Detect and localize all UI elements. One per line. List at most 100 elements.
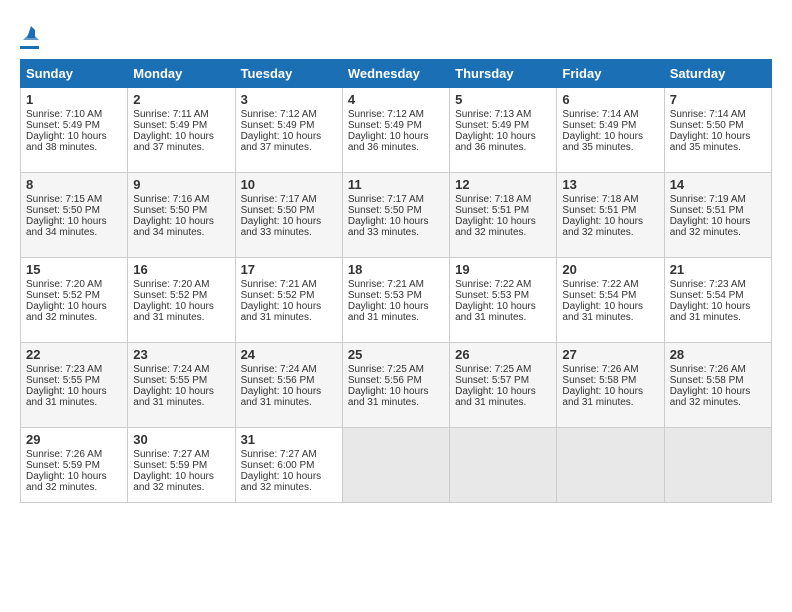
calendar-cell [342, 428, 449, 503]
sunrise-text: Sunrise: 7:17 AM [348, 194, 424, 205]
sunrise-text: Sunrise: 7:12 AM [348, 109, 424, 120]
calendar-cell [450, 428, 557, 503]
calendar-cell: 28Sunrise: 7:26 AMSunset: 5:58 PMDayligh… [664, 343, 771, 428]
sunset-text: Sunset: 5:55 PM [133, 375, 207, 386]
sunrise-text: Sunrise: 7:24 AM [133, 364, 209, 375]
daylight-text: Daylight: 10 hoursand 33 minutes. [348, 216, 429, 238]
sunset-text: Sunset: 5:56 PM [241, 375, 315, 386]
calendar-cell: 27Sunrise: 7:26 AMSunset: 5:58 PMDayligh… [557, 343, 664, 428]
sunrise-text: Sunrise: 7:27 AM [241, 449, 317, 460]
sunrise-text: Sunrise: 7:14 AM [670, 109, 746, 120]
day-number: 16 [133, 262, 229, 277]
daylight-text: Daylight: 10 hoursand 31 minutes. [26, 386, 107, 408]
day-number: 5 [455, 92, 551, 107]
calendar-week-row: 1Sunrise: 7:10 AMSunset: 5:49 PMDaylight… [21, 88, 772, 173]
sunrise-text: Sunrise: 7:18 AM [562, 194, 638, 205]
calendar-week-row: 29Sunrise: 7:26 AMSunset: 5:59 PMDayligh… [21, 428, 772, 503]
day-number: 13 [562, 177, 658, 192]
sunset-text: Sunset: 5:58 PM [670, 375, 744, 386]
sunset-text: Sunset: 5:50 PM [241, 205, 315, 216]
sunrise-text: Sunrise: 7:26 AM [562, 364, 638, 375]
sunrise-text: Sunrise: 7:25 AM [455, 364, 531, 375]
sunset-text: Sunset: 5:50 PM [670, 120, 744, 131]
daylight-text: Daylight: 10 hoursand 38 minutes. [26, 131, 107, 153]
day-number: 11 [348, 177, 444, 192]
daylight-text: Daylight: 10 hoursand 32 minutes. [455, 216, 536, 238]
day-number: 27 [562, 347, 658, 362]
sunset-text: Sunset: 5:52 PM [241, 290, 315, 301]
daylight-text: Daylight: 10 hoursand 32 minutes. [670, 386, 751, 408]
sunset-text: Sunset: 5:51 PM [562, 205, 636, 216]
calendar-cell: 17Sunrise: 7:21 AMSunset: 5:52 PMDayligh… [235, 258, 342, 343]
sunset-text: Sunset: 5:49 PM [348, 120, 422, 131]
sunset-text: Sunset: 5:49 PM [26, 120, 100, 131]
sunset-text: Sunset: 5:54 PM [562, 290, 636, 301]
day-number: 1 [26, 92, 122, 107]
sunrise-text: Sunrise: 7:10 AM [26, 109, 102, 120]
sunset-text: Sunset: 5:51 PM [670, 205, 744, 216]
day-number: 28 [670, 347, 766, 362]
daylight-text: Daylight: 10 hoursand 32 minutes. [562, 216, 643, 238]
sunrise-text: Sunrise: 7:22 AM [455, 279, 531, 290]
day-header-wednesday: Wednesday [342, 60, 449, 88]
calendar-cell: 22Sunrise: 7:23 AMSunset: 5:55 PMDayligh… [21, 343, 128, 428]
day-number: 24 [241, 347, 337, 362]
daylight-text: Daylight: 10 hoursand 32 minutes. [241, 471, 322, 493]
sunrise-text: Sunrise: 7:11 AM [133, 109, 208, 120]
calendar-header-row: SundayMondayTuesdayWednesdayThursdayFrid… [21, 60, 772, 88]
sunrise-text: Sunrise: 7:23 AM [670, 279, 746, 290]
day-number: 31 [241, 432, 337, 447]
daylight-text: Daylight: 10 hoursand 31 minutes. [241, 301, 322, 323]
logo-icon [23, 24, 39, 40]
calendar-cell: 5Sunrise: 7:13 AMSunset: 5:49 PMDaylight… [450, 88, 557, 173]
daylight-text: Daylight: 10 hoursand 35 minutes. [670, 131, 751, 153]
sunset-text: Sunset: 5:53 PM [348, 290, 422, 301]
daylight-text: Daylight: 10 hoursand 31 minutes. [455, 386, 536, 408]
sunset-text: Sunset: 5:59 PM [133, 460, 207, 471]
day-number: 8 [26, 177, 122, 192]
calendar-cell: 29Sunrise: 7:26 AMSunset: 5:59 PMDayligh… [21, 428, 128, 503]
day-number: 2 [133, 92, 229, 107]
calendar-cell: 10Sunrise: 7:17 AMSunset: 5:50 PMDayligh… [235, 173, 342, 258]
calendar-cell: 20Sunrise: 7:22 AMSunset: 5:54 PMDayligh… [557, 258, 664, 343]
calendar-cell: 15Sunrise: 7:20 AMSunset: 5:52 PMDayligh… [21, 258, 128, 343]
day-number: 10 [241, 177, 337, 192]
calendar-week-row: 15Sunrise: 7:20 AMSunset: 5:52 PMDayligh… [21, 258, 772, 343]
day-number: 30 [133, 432, 229, 447]
sunset-text: Sunset: 5:49 PM [133, 120, 207, 131]
sunrise-text: Sunrise: 7:17 AM [241, 194, 317, 205]
sunrise-text: Sunrise: 7:22 AM [562, 279, 638, 290]
daylight-text: Daylight: 10 hoursand 32 minutes. [26, 301, 107, 323]
calendar-week-row: 8Sunrise: 7:15 AMSunset: 5:50 PMDaylight… [21, 173, 772, 258]
day-number: 3 [241, 92, 337, 107]
day-number: 18 [348, 262, 444, 277]
calendar-cell: 2 Sunrise: 7:11 AMSunset: 5:49 PMDaylight… [128, 88, 235, 173]
sunset-text: Sunset: 5:57 PM [455, 375, 529, 386]
sunrise-text: Sunrise: 7:14 AM [562, 109, 638, 120]
daylight-text: Daylight: 10 hoursand 37 minutes. [133, 131, 214, 153]
day-number: 9 [133, 177, 229, 192]
day-header-sunday: Sunday [21, 60, 128, 88]
sunrise-text: Sunrise: 7:12 AM [241, 109, 317, 120]
sunrise-text: Sunrise: 7:21 AM [348, 279, 424, 290]
sunset-text: Sunset: 5:51 PM [455, 205, 529, 216]
sunset-text: Sunset: 5:49 PM [241, 120, 315, 131]
day-number: 4 [348, 92, 444, 107]
daylight-text: Daylight: 10 hoursand 31 minutes. [562, 386, 643, 408]
daylight-text: Daylight: 10 hoursand 36 minutes. [348, 131, 429, 153]
logo [20, 20, 39, 49]
sunrise-text: Sunrise: 7:25 AM [348, 364, 424, 375]
sunset-text: Sunset: 5:56 PM [348, 375, 422, 386]
calendar-cell: 1 Sunrise: 7:10 AMSunset: 5:49 PMDaylight… [21, 88, 128, 173]
sunrise-text: Sunrise: 7:19 AM [670, 194, 746, 205]
calendar-cell: 24Sunrise: 7:24 AMSunset: 5:56 PMDayligh… [235, 343, 342, 428]
calendar-cell [664, 428, 771, 503]
sunrise-text: Sunrise: 7:13 AM [455, 109, 531, 120]
daylight-text: Daylight: 10 hoursand 32 minutes. [26, 471, 107, 493]
calendar-cell: 11Sunrise: 7:17 AMSunset: 5:50 PMDayligh… [342, 173, 449, 258]
day-number: 23 [133, 347, 229, 362]
calendar-cell: 14Sunrise: 7:19 AMSunset: 5:51 PMDayligh… [664, 173, 771, 258]
day-number: 21 [670, 262, 766, 277]
daylight-text: Daylight: 10 hoursand 31 minutes. [670, 301, 751, 323]
day-number: 17 [241, 262, 337, 277]
